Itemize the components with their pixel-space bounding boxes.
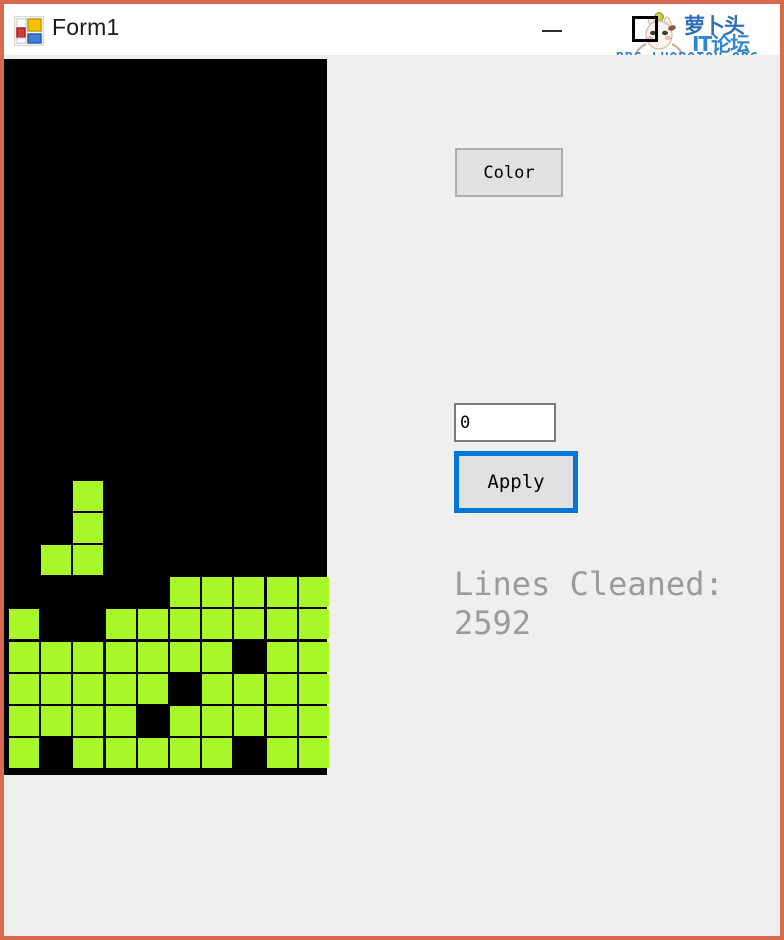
stack-block bbox=[202, 706, 233, 736]
maximize-button[interactable] bbox=[632, 16, 658, 42]
stack-block bbox=[234, 706, 265, 736]
stack-block bbox=[41, 706, 72, 736]
application-window: Form1 萝卜头 IT论坛 Color 0 Apply Lines Clean… bbox=[0, 0, 784, 940]
stack-block bbox=[9, 738, 39, 769]
active-piece-block bbox=[73, 545, 104, 575]
minimize-button[interactable] bbox=[530, 8, 576, 50]
stack-block bbox=[41, 641, 72, 672]
watermark-cn-line1: 萝卜头 bbox=[684, 14, 745, 38]
stack-block bbox=[105, 706, 136, 736]
stack-block bbox=[73, 673, 104, 704]
active-piece-block bbox=[41, 545, 72, 575]
stack-block bbox=[266, 609, 297, 640]
stack-block bbox=[266, 641, 297, 672]
stack-block bbox=[9, 706, 39, 736]
stack-block bbox=[234, 609, 265, 640]
client-area: Color Apply Lines Cleaned: 2592 bbox=[4, 55, 780, 936]
stack-block bbox=[202, 738, 233, 769]
stack-block bbox=[234, 577, 265, 608]
minimize-icon bbox=[542, 30, 562, 32]
stack-block bbox=[105, 609, 136, 640]
stack-block bbox=[298, 577, 329, 608]
page-title: Form1 bbox=[52, 14, 120, 40]
active-piece-block bbox=[73, 512, 104, 543]
stack-block bbox=[137, 641, 168, 672]
stack-block bbox=[137, 738, 168, 769]
stack-block bbox=[105, 673, 136, 704]
apply-button[interactable]: Apply bbox=[454, 451, 578, 513]
stack-block bbox=[170, 641, 200, 672]
stack-block bbox=[170, 738, 200, 769]
stack-block bbox=[170, 577, 200, 608]
stack-block bbox=[137, 609, 168, 640]
title-bar: Form1 萝卜头 IT论坛 bbox=[4, 4, 780, 66]
stack-block bbox=[202, 609, 233, 640]
lines-input[interactable] bbox=[454, 403, 556, 442]
stack-block bbox=[298, 609, 329, 640]
stack-block bbox=[73, 706, 104, 736]
stack-block bbox=[41, 673, 72, 704]
stack-block bbox=[298, 706, 329, 736]
stack-block bbox=[266, 577, 297, 608]
stack-block bbox=[170, 706, 200, 736]
stack-block bbox=[105, 641, 136, 672]
stack-block bbox=[298, 738, 329, 769]
stack-block bbox=[266, 738, 297, 769]
color-button[interactable]: Color bbox=[455, 148, 563, 197]
winforms-icon bbox=[13, 15, 45, 47]
stack-block bbox=[170, 609, 200, 640]
stack-block bbox=[105, 738, 136, 769]
stack-block bbox=[137, 673, 168, 704]
tetris-game-board[interactable] bbox=[4, 59, 329, 775]
stack-block bbox=[266, 706, 297, 736]
stack-block bbox=[9, 609, 39, 640]
stack-block bbox=[73, 738, 104, 769]
stack-block bbox=[298, 641, 329, 672]
stack-block bbox=[234, 673, 265, 704]
stack-block bbox=[202, 673, 233, 704]
stack-block bbox=[202, 577, 233, 608]
watermark-cn-line2: IT论坛 bbox=[692, 32, 750, 56]
active-piece-block bbox=[73, 480, 104, 511]
stack-block bbox=[9, 673, 39, 704]
stack-block bbox=[73, 641, 104, 672]
stack-block bbox=[266, 673, 297, 704]
lines-cleaned-status: Lines Cleaned: 2592 bbox=[454, 565, 724, 642]
stack-block bbox=[202, 641, 233, 672]
stack-block bbox=[9, 641, 39, 672]
stack-block bbox=[298, 673, 329, 704]
